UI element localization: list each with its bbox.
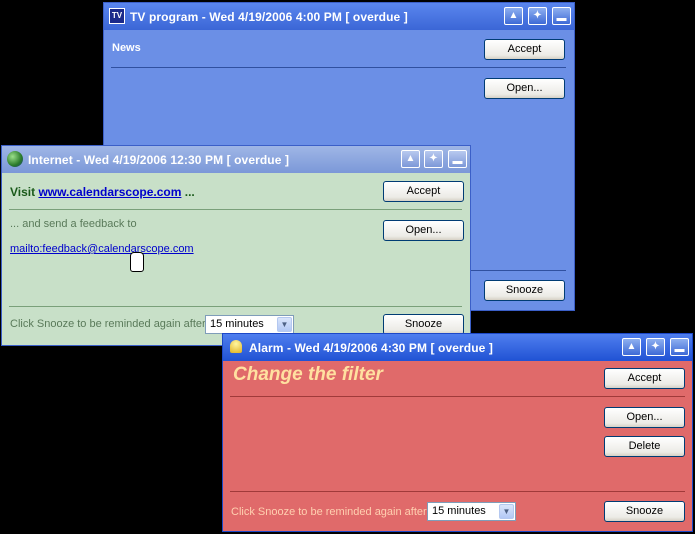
internet-snooze-select[interactable]: 15 minutes ▼ (205, 315, 294, 334)
internet-snooze-button[interactable]: Snooze (383, 314, 464, 335)
internet-snooze-text: Click Snooze to be reminded again after: (10, 318, 209, 330)
chevron-down-icon[interactable]: ▼ (277, 317, 292, 332)
internet-divider (9, 209, 462, 210)
visit-ellipsis: ... (184, 185, 195, 199)
feedback-text: ... and send a feedback to (10, 218, 137, 230)
restore-up-icon[interactable]: ▲ (401, 150, 420, 168)
restore-up-icon[interactable]: ▲ (622, 338, 641, 356)
visit-line: Visit www.calendarscope.com ... (10, 185, 195, 199)
restore-up-icon[interactable]: ▲ (504, 7, 523, 25)
globe-icon (7, 151, 23, 167)
minimize-icon[interactable]: ▬ (448, 150, 467, 168)
tv-snooze-button[interactable]: Snooze (484, 280, 565, 301)
alarm-open-label: Open... (626, 411, 663, 423)
alarm-open-button[interactable]: Open... (604, 407, 685, 428)
tv-heading: News (112, 42, 141, 54)
tv-accept-label: Accept (507, 43, 542, 55)
internet-divider-bottom (9, 306, 462, 307)
internet-open-button[interactable]: Open... (383, 220, 464, 241)
alarm-snooze-label: Snooze (625, 505, 664, 517)
tv-divider (111, 67, 566, 68)
tv-title: TV program - Wed 4/19/2006 4:00 PM [ ove… (130, 10, 408, 24)
alarm-title: Alarm - Wed 4/19/2006 4:30 PM [ overdue … (249, 341, 493, 355)
internet-open-label: Open... (405, 224, 442, 236)
alarm-delete-button[interactable]: Delete (604, 436, 685, 457)
tv-open-button[interactable]: Open... (484, 78, 565, 99)
alarm-snooze-text: Click Snooze to be reminded again after: (231, 506, 430, 518)
tv-icon: TV (109, 8, 125, 24)
internet-snooze-value: 15 minutes (210, 318, 264, 330)
pin-icon[interactable]: ✦ (646, 338, 665, 356)
internet-title: Internet - Wed 4/19/2006 12:30 PM [ over… (28, 153, 290, 167)
tv-title-bar[interactable]: TV TV program - Wed 4/19/2006 4:00 PM [ … (104, 3, 574, 30)
internet-accept-label: Accept (406, 185, 441, 197)
tv-open-label: Open... (506, 82, 543, 94)
internet-window: Internet - Wed 4/19/2006 12:30 PM [ over… (1, 145, 471, 346)
alarm-window: Alarm - Wed 4/19/2006 4:30 PM [ overdue … (222, 333, 693, 532)
alarm-snooze-select[interactable]: 15 minutes ▼ (427, 502, 516, 521)
alarm-title-bar[interactable]: Alarm - Wed 4/19/2006 4:30 PM [ overdue … (223, 334, 692, 361)
internet-title-bar[interactable]: Internet - Wed 4/19/2006 12:30 PM [ over… (2, 146, 470, 173)
tv-snooze-label: Snooze (505, 284, 544, 296)
chevron-down-icon[interactable]: ▼ (499, 504, 514, 519)
alarm-snooze-button[interactable]: Snooze (604, 501, 685, 522)
visit-text: Visit (10, 185, 36, 199)
pin-icon[interactable]: ✦ (424, 150, 443, 168)
alarm-accept-button[interactable]: Accept (604, 368, 685, 389)
minimize-icon[interactable]: ▬ (670, 338, 689, 356)
pin-icon[interactable]: ✦ (528, 7, 547, 25)
internet-accept-button[interactable]: Accept (383, 181, 464, 202)
tv-accept-button[interactable]: Accept (484, 39, 565, 60)
alarm-divider (230, 396, 685, 397)
minimize-icon[interactable]: ▬ (552, 7, 571, 25)
alarm-accept-label: Accept (627, 372, 662, 384)
calendarscope-link[interactable]: www.calendarscope.com (38, 185, 181, 199)
hand-cursor-icon (130, 252, 144, 272)
mailto-link[interactable]: mailto:feedback@calendarscope.com (10, 243, 194, 255)
alarm-snooze-value: 15 minutes (432, 505, 486, 517)
internet-snooze-label: Snooze (404, 318, 443, 330)
alarm-heading: Change the filter (233, 364, 383, 385)
alarm-divider-bottom (230, 491, 685, 492)
bell-icon (230, 340, 242, 353)
alarm-delete-label: Delete (628, 440, 661, 452)
